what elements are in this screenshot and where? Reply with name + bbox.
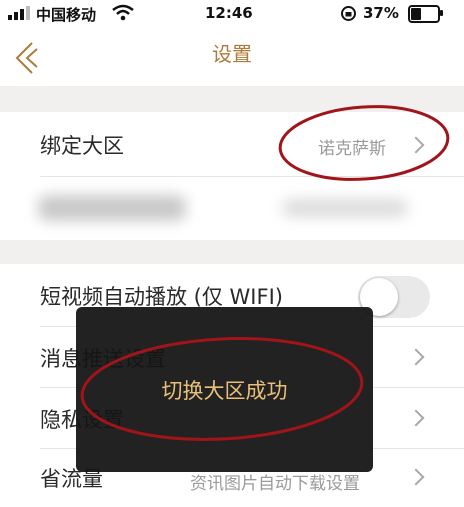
data-saver-value: 资讯图片自动下载设置 — [190, 474, 360, 494]
blurred-label — [38, 195, 186, 221]
section-gap — [0, 86, 464, 112]
blurred-value — [282, 199, 408, 217]
clock: 12:46 — [205, 4, 253, 22]
status-bar: 中国移动 12:46 37% — [0, 0, 464, 28]
battery-icon — [408, 5, 440, 23]
toast-message: 切换大区成功 — [161, 379, 288, 403]
orientation-lock-icon — [341, 6, 356, 21]
bind-region-value: 诺克萨斯 — [318, 139, 386, 159]
chevron-right-icon — [407, 468, 425, 486]
page-title: 设置 — [212, 42, 252, 66]
section-gap — [0, 240, 464, 264]
blurred-row — [0, 177, 464, 240]
battery-percent: 37% — [363, 4, 399, 22]
toast: 切换大区成功 — [76, 307, 373, 472]
chevron-right-icon — [407, 136, 425, 154]
nav-bar: 设置 — [0, 28, 464, 86]
chevron-right-icon — [407, 348, 425, 366]
bind-region-label: 绑定大区 — [40, 134, 124, 158]
chevron-right-icon — [407, 409, 425, 427]
carrier-label: 中国移动 — [36, 6, 97, 24]
wifi-icon — [112, 4, 134, 21]
bind-region-row[interactable]: 绑定大区 诺克萨斯 — [0, 112, 464, 176]
region-section: 绑定大区 诺克萨斯 — [0, 112, 464, 240]
signal-icon — [8, 6, 30, 20]
